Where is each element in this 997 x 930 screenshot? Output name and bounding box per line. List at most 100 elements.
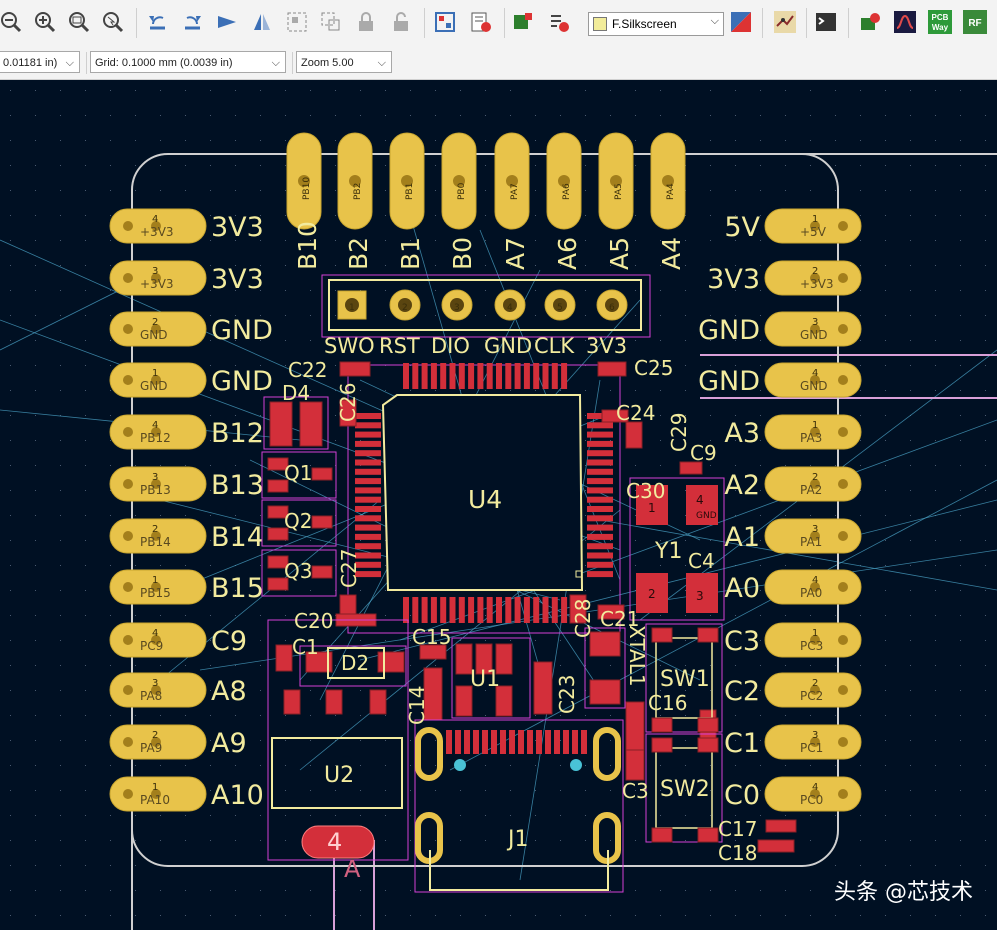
- grid-dot: [485, 140, 486, 141]
- u2-reference: U2: [324, 763, 354, 788]
- grid-dot: [860, 465, 861, 466]
- grid-dot: [185, 765, 186, 766]
- pcbway-icon[interactable]: PCB Way: [927, 9, 953, 35]
- group-icon[interactable]: [284, 9, 310, 35]
- grid-select[interactable]: Grid: 0.1000 mm (0.0039 in) ⌵: [90, 51, 286, 73]
- grid-dot: [10, 165, 11, 166]
- freerouting-icon[interactable]: RF: [962, 9, 988, 35]
- rotate-ccw-icon[interactable]: [144, 9, 170, 35]
- layer-select-dropdown[interactable]: F.Silkscreen ⌵: [588, 12, 724, 36]
- grid-dot: [760, 165, 761, 166]
- grid-dot: [885, 190, 886, 191]
- grid-dot: [860, 515, 861, 516]
- grid-dot: [660, 115, 661, 116]
- track-width-select[interactable]: 0.01181 in) ⌵: [0, 51, 80, 73]
- mirror-icon[interactable]: [249, 9, 275, 35]
- grid-dot: [985, 290, 986, 291]
- u4-pad: [440, 363, 447, 389]
- zoom-out-icon[interactable]: [0, 9, 24, 35]
- grid-dot: [10, 190, 11, 191]
- unlock-icon[interactable]: [388, 9, 414, 35]
- grid-dot: [160, 140, 161, 141]
- u4-pad: [587, 533, 613, 540]
- right-pin-label: 5V: [724, 212, 760, 243]
- grid-dot: [535, 790, 536, 791]
- grid-dot: [435, 315, 436, 316]
- pcb-calculator-icon[interactable]: [892, 9, 918, 35]
- zoom-selection-icon[interactable]: [100, 9, 126, 35]
- grid-dot: [635, 815, 636, 816]
- route-icon[interactable]: [772, 9, 798, 35]
- swd-pin-label: GND: [484, 334, 532, 358]
- rotate-cw-icon[interactable]: [180, 9, 206, 35]
- component-reference: C26: [336, 383, 360, 422]
- u4-pad: [505, 597, 512, 623]
- grid-dot: [885, 165, 886, 166]
- grid-dot: [685, 115, 686, 116]
- board-setup-icon[interactable]: [546, 9, 572, 35]
- grid-dot: [85, 690, 86, 691]
- tab-pad-number: 4: [327, 828, 342, 856]
- grid-dot: [510, 815, 511, 816]
- pin-hole: [123, 427, 133, 437]
- grid-dot: [85, 865, 86, 866]
- drc-icon[interactable]: [468, 9, 494, 35]
- left-pin-label: A8: [211, 676, 247, 707]
- component-reference: C1: [292, 635, 319, 659]
- grid-dot: [360, 540, 361, 541]
- zoom-fit-icon[interactable]: [66, 9, 92, 35]
- c25-pads: [597, 361, 627, 377]
- grid-dot: [85, 165, 86, 166]
- scripting-console-icon[interactable]: [813, 9, 839, 35]
- zoom-in-icon[interactable]: [32, 9, 58, 35]
- pin-hole: [123, 375, 133, 385]
- pin-hole: [838, 531, 848, 541]
- grid-dot: [860, 715, 861, 716]
- u4-pad: [403, 597, 409, 623]
- grid-dot: [685, 840, 686, 841]
- grid-dot: [960, 340, 961, 341]
- grid-dot: [135, 465, 136, 466]
- grid-dot: [760, 340, 761, 341]
- grid-dot: [985, 865, 986, 866]
- grid-dot: [10, 365, 11, 366]
- zoom-select[interactable]: Zoom 5.00 ⌵: [296, 51, 392, 73]
- grid-dot: [360, 740, 361, 741]
- grid-dot: [10, 465, 11, 466]
- grid-dot: [910, 665, 911, 666]
- 3d-viewer-icon[interactable]: [857, 9, 883, 35]
- footprint-editor-icon[interactable]: [510, 9, 536, 35]
- pad-net-label: +3V3: [140, 277, 174, 291]
- grid-dot: [585, 765, 586, 766]
- pcb-canvas[interactable]: PB10 B10 PB2 B2 PB1 B1 PB0 B0 PA7 A7 PA6 A6 PA5 A5 PA4…: [0, 80, 997, 930]
- grid-dot: [235, 715, 236, 716]
- header-pin-label: A5: [605, 237, 634, 270]
- component-reference: C14: [405, 686, 429, 725]
- grid-dot: [885, 540, 886, 541]
- grid-dot: [635, 215, 636, 216]
- net-inspector-icon[interactable]: [432, 9, 458, 35]
- grid-dot: [710, 790, 711, 791]
- pin-net-label: PA4: [666, 183, 676, 200]
- grid-dot: [885, 315, 886, 316]
- lock-icon[interactable]: [353, 9, 379, 35]
- grid-dot: [585, 90, 586, 91]
- grid-dot: [960, 440, 961, 441]
- grid-dot: [585, 540, 586, 541]
- grid-dot: [835, 615, 836, 616]
- grid-dot: [760, 265, 761, 266]
- grid-dot: [710, 465, 711, 466]
- options-toolbar: 0.01181 in) ⌵ Grid: 0.1000 mm (0.0039 in…: [0, 46, 997, 80]
- pcb-board-drawing[interactable]: PB10B10PB2B2PB1B1PB0B0PA7A7PA6A6PA5A5PA4…: [0, 80, 997, 930]
- ungroup-icon[interactable]: [318, 9, 344, 35]
- left-pin-label: GND: [211, 315, 273, 346]
- pad-net-label: PC3: [800, 639, 823, 653]
- grid-dot: [960, 615, 961, 616]
- grid-dot: [685, 340, 686, 341]
- u4-pad: [523, 363, 530, 389]
- layer-pair-icon[interactable]: [728, 9, 754, 35]
- grid-dot: [735, 615, 736, 616]
- grid-dot: [310, 790, 311, 791]
- flip-icon[interactable]: [214, 9, 240, 35]
- grid-dot: [635, 465, 636, 466]
